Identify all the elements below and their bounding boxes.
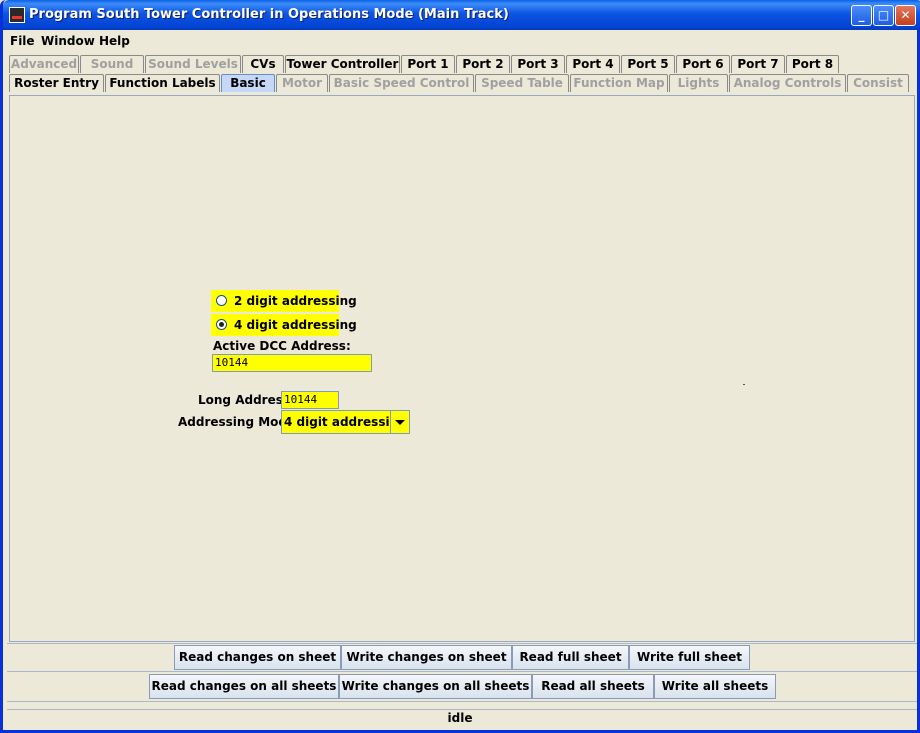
menu-file[interactable]: File [10, 34, 35, 48]
minimize-button[interactable]: _ [851, 5, 872, 26]
tab-port-8[interactable]: Port 8 [786, 55, 839, 73]
menu-window[interactable]: Window [41, 34, 95, 48]
tab-tower-controller[interactable]: Tower Controller [285, 55, 400, 73]
tab-port-4[interactable]: Port 4 [566, 55, 620, 73]
tab-sound[interactable]: Sound [80, 55, 144, 73]
read-changes-on-sheet-button[interactable]: Read changes on sheet [174, 645, 341, 670]
tab-function-map[interactable]: Function Map [570, 74, 668, 92]
title-bar[interactable]: Program South Tower Controller in Operat… [3, 0, 920, 30]
basic-panel [9, 95, 915, 642]
tab-motor[interactable]: Motor [276, 74, 328, 92]
active-dcc-address-field[interactable]: 10144 [212, 354, 372, 372]
tab-cvs[interactable]: CVs [242, 55, 284, 73]
tab-consist[interactable]: Consist [847, 74, 909, 92]
close-button[interactable]: ✕ [895, 5, 916, 26]
radio-button-4-digit[interactable] [216, 319, 227, 330]
radio-button-2-digit[interactable] [216, 295, 227, 306]
tab-sound-levels[interactable]: Sound Levels [145, 55, 241, 73]
separator-middle [7, 671, 917, 672]
write-changes-on-all-sheets-button[interactable]: Write changes on all sheets [339, 674, 532, 699]
addressing-mode-select[interactable]: 4 digit addressing [281, 410, 410, 434]
tab-port-7[interactable]: Port 7 [731, 55, 785, 73]
tab-basic[interactable]: Basic [221, 74, 275, 92]
menu-help[interactable]: Help [99, 34, 130, 48]
write-changes-on-sheet-button[interactable]: Write changes on sheet [341, 645, 512, 670]
stray-mark [743, 384, 745, 385]
tab-port-3[interactable]: Port 3 [511, 55, 565, 73]
radio-4-digit-label: 4 digit addressing [234, 318, 357, 332]
radio-2-digit-addressing[interactable]: 2 digit addressing [211, 290, 357, 312]
addressing-mode-label: Addressing Mode [178, 415, 296, 429]
radio-2-digit-label: 2 digit addressing [234, 294, 357, 308]
separator-bottom [7, 701, 917, 702]
read-changes-on-all-sheets-button[interactable]: Read changes on all sheets [149, 674, 339, 699]
separator-top [7, 643, 917, 644]
long-address-field[interactable]: 10144 [281, 391, 339, 409]
tab-lights[interactable]: Lights [669, 74, 728, 92]
read-all-sheets-button[interactable]: Read all sheets [532, 674, 654, 699]
long-address-label: Long Address [198, 393, 291, 407]
tab-basic-speed-control[interactable]: Basic Speed Control [329, 74, 474, 92]
status-text: idle [447, 711, 473, 725]
tab-port-1[interactable]: Port 1 [401, 55, 455, 73]
maximize-button[interactable]: □ [873, 5, 894, 26]
read-full-sheet-button[interactable]: Read full sheet [512, 645, 629, 670]
tab-function-labels[interactable]: Function Labels [105, 74, 220, 92]
tab-roster-entry[interactable]: Roster Entry [9, 74, 104, 92]
window-title: Program South Tower Controller in Operat… [29, 7, 509, 22]
tab-analog-controls[interactable]: Analog Controls [729, 74, 846, 92]
active-dcc-address-label: Active DCC Address: [213, 339, 351, 353]
write-full-sheet-button[interactable]: Write full sheet [629, 645, 750, 670]
tab-advanced[interactable]: Advanced [9, 55, 79, 73]
tab-speed-table[interactable]: Speed Table [475, 74, 569, 92]
main-window: Program South Tower Controller in Operat… [0, 0, 920, 733]
tab-port-5[interactable]: Port 5 [621, 55, 675, 73]
radio-4-digit-addressing[interactable]: 4 digit addressing [211, 314, 357, 336]
write-all-sheets-button[interactable]: Write all sheets [654, 674, 776, 699]
tab-port-2[interactable]: Port 2 [456, 55, 510, 73]
menu-bar: File Window Help [3, 30, 917, 52]
tab-port-6[interactable]: Port 6 [676, 55, 730, 73]
separator-status [7, 709, 917, 710]
app-icon [9, 7, 25, 23]
addressing-mode-value: 4 digit addressing [284, 415, 407, 429]
chevron-down-icon[interactable] [390, 411, 409, 433]
